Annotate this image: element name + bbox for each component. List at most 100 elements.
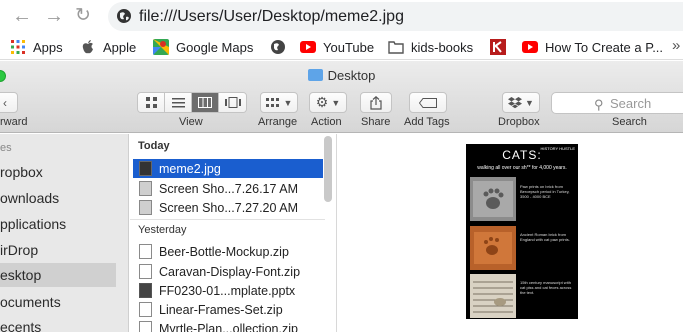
- file-row[interactable]: meme2.jpg: [133, 159, 323, 178]
- sidebar-item-dropbox[interactable]: ropbox: [0, 160, 116, 184]
- forward-arrow-icon[interactable]: →: [44, 6, 64, 26]
- overflow-chevron-icon[interactable]: »: [672, 37, 680, 54]
- meme-preview-image[interactable]: HISTORY HUSTLE CATS: walking all over ou…: [466, 144, 578, 319]
- zip-file-icon: [139, 264, 152, 279]
- file-name: Screen Sho...7.26.17 AM: [159, 181, 298, 196]
- pptx-file-icon: [139, 283, 152, 298]
- file-row[interactable]: Beer-Bottle-Mockup.zip: [133, 242, 323, 261]
- file-row[interactable]: Linear-Frames-Set.zip: [133, 300, 323, 319]
- meme-title: CATS:: [502, 148, 542, 162]
- arrange-grid-icon: [265, 97, 279, 107]
- file-row[interactable]: FF0230-01...mplate.pptx: [133, 281, 323, 300]
- back-button[interactable]: ‹: [0, 92, 18, 113]
- browser-toolbar: ← → ↻ file:///Users/User/Desktop/meme2.j…: [0, 0, 683, 33]
- screenshot-file-icon: [139, 200, 152, 215]
- file-name: Beer-Bottle-Mockup.zip: [159, 244, 289, 259]
- back-arrow-icon[interactable]: ←: [12, 6, 32, 26]
- address-bar[interactable]: file:///Users/User/Desktop/meme2.jpg: [108, 2, 683, 31]
- file-name: FF0230-01...mplate.pptx: [159, 283, 296, 298]
- list-view-icon[interactable]: [165, 93, 192, 112]
- bookmark-label: How To Create a P...: [545, 39, 664, 55]
- youtube-icon: [522, 39, 538, 55]
- sidebar-item-downloads[interactable]: ownloads: [0, 186, 116, 210]
- bookmark-globe[interactable]: [270, 38, 293, 56]
- sidebar-item-applications[interactable]: pplications: [0, 212, 116, 236]
- bookmark-google-maps[interactable]: Google Maps: [153, 38, 253, 56]
- file-row[interactable]: Caravan-Display-Font.zip: [133, 262, 323, 281]
- add-tags-label: Add Tags: [404, 116, 450, 128]
- bookmark-label: YouTube: [323, 39, 375, 55]
- meme-subtitle: walking all over our sh** for 4,000 year…: [477, 165, 567, 171]
- add-tags-button[interactable]: [409, 92, 447, 113]
- chevron-down-icon: ▼: [525, 97, 534, 108]
- bookmark-how-to-create[interactable]: How To Create a P...: [522, 38, 663, 56]
- screenshot-file-icon: [139, 181, 152, 196]
- youtube-icon: [300, 39, 316, 55]
- preview-pane: HISTORY HUSTLE CATS: walking all over ou…: [338, 134, 683, 332]
- bookmark-label: Apple: [103, 39, 137, 55]
- zip-file-icon: [139, 302, 152, 317]
- column-view-icon[interactable]: [192, 93, 219, 112]
- google-maps-icon: [153, 39, 169, 55]
- arrange-button[interactable]: ▼: [260, 92, 298, 113]
- file-name: Screen Sho...7.27.20 AM: [159, 200, 298, 215]
- share-icon: [370, 95, 382, 110]
- bookmark-label: kids-books: [411, 39, 474, 55]
- share-label: Share: [361, 116, 391, 128]
- sidebar-item-recents[interactable]: ecents: [0, 315, 116, 332]
- search-icon: ⚲: [594, 97, 604, 112]
- folder-icon: [388, 39, 404, 55]
- file-name: meme2.jpg: [159, 161, 221, 176]
- bookmark-label: Apps: [33, 39, 63, 55]
- sidebar-item-airdrop[interactable]: irDrop: [0, 238, 116, 262]
- share-button[interactable]: [360, 92, 392, 113]
- bookmark-apps[interactable]: Apps: [10, 38, 63, 56]
- view-mode-segmented-control[interactable]: [137, 92, 247, 113]
- sidebar-section-header: es: [0, 142, 12, 154]
- bookmark-k-logo[interactable]: [490, 38, 513, 56]
- gear-icon: ⚙: [315, 94, 329, 110]
- zip-file-icon: [139, 244, 152, 259]
- url-text: file:///Users/User/Desktop/meme2.jpg: [139, 8, 404, 25]
- dropbox-label: Dropbox: [498, 116, 540, 128]
- scrollbar-thumb[interactable]: [324, 136, 332, 202]
- chevron-down-icon: ▼: [283, 97, 293, 108]
- sidebar-item-desktop[interactable]: esktop: [0, 263, 116, 287]
- bookmark-youtube[interactable]: YouTube: [300, 38, 374, 56]
- group-header-today: Today: [138, 140, 170, 152]
- bookmark-label: Google Maps: [176, 39, 254, 55]
- file-row[interactable]: Screen Sho...7.26.17 AM: [133, 179, 323, 198]
- file-name: Myrtle-Plan...ollection.zip: [159, 321, 298, 332]
- reload-icon[interactable]: ↻: [75, 6, 91, 25]
- chevron-left-icon: ‹: [3, 95, 7, 110]
- meme-caption: Ancient Roman brick from England with ca…: [520, 232, 570, 242]
- finder-toolbar: Desktop ‹ rward View ▼ Arrange ⚙ ▼ Actio…: [0, 61, 683, 133]
- sidebar-item-documents[interactable]: ocuments: [0, 290, 116, 314]
- zip-file-icon: [139, 321, 152, 332]
- k-logo-icon: [490, 39, 506, 55]
- file-row[interactable]: Myrtle-Plan...ollection.zip: [133, 319, 323, 332]
- arrange-label: Arrange: [258, 116, 298, 128]
- group-header-yesterday: Yesterday: [138, 224, 187, 236]
- file-row[interactable]: Screen Sho...7.27.20 AM: [133, 198, 323, 217]
- bookmark-apple[interactable]: Apple: [80, 38, 136, 56]
- globe-icon: [270, 39, 286, 55]
- bookmarks-bar: Apps Apple Google Maps YouTube kids-book…: [0, 33, 683, 60]
- file-name: Linear-Frames-Set.zip: [159, 302, 283, 317]
- icon-view-icon[interactable]: [138, 93, 165, 112]
- roman-brick-photo: [470, 226, 516, 270]
- search-field[interactable]: ⚲ Search: [551, 92, 683, 114]
- search-placeholder: Search: [610, 96, 652, 111]
- action-button[interactable]: ⚙ ▼: [309, 92, 347, 113]
- finder-sidebar: es ropbox ownloads pplications irDrop es…: [0, 134, 129, 332]
- file-name: Caravan-Display-Font.zip: [159, 264, 301, 279]
- folder-icon: [307, 69, 323, 81]
- image-file-icon: [139, 161, 152, 176]
- manuscript-photo: [470, 274, 516, 318]
- dropbox-button[interactable]: ▼: [502, 92, 540, 113]
- gallery-view-icon[interactable]: [219, 93, 246, 112]
- search-label: Search: [612, 116, 647, 128]
- bookmark-kids-books[interactable]: kids-books: [388, 38, 473, 56]
- group-divider: [130, 219, 325, 220]
- file-list-column: Today meme2.jpg Screen Sho...7.26.17 AM …: [130, 134, 337, 332]
